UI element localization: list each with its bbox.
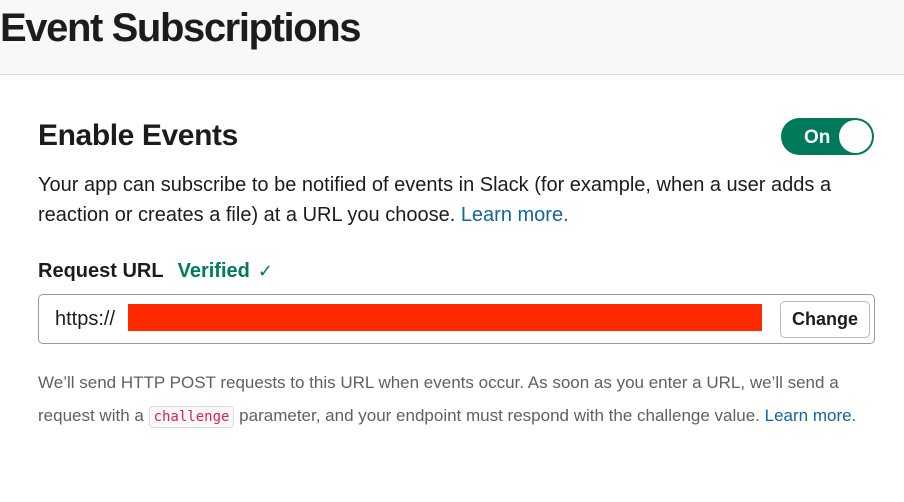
section-title-enable-events: Enable Events — [38, 119, 238, 152]
request-url-value: https:// — [55, 308, 116, 330]
help-learn-more-link[interactable]: Learn more. — [765, 406, 857, 425]
change-button[interactable]: Change — [780, 301, 870, 338]
request-url-field[interactable]: https:// Change — [38, 294, 875, 344]
description-text: Your app can subscribe to be notified of… — [38, 174, 832, 226]
enable-events-description: Your app can subscribe to be notified of… — [38, 170, 888, 230]
help-text-after: parameter, and your endpoint must respon… — [239, 406, 760, 425]
learn-more-link[interactable]: Learn more. — [461, 204, 569, 226]
challenge-code: challenge — [148, 406, 235, 428]
page-header: Event Subscriptions — [0, 0, 904, 75]
request-url-header: Request URL Verified ✓ — [38, 260, 273, 283]
page-title: Event Subscriptions — [0, 6, 362, 50]
toggle-label: On — [804, 127, 831, 148]
enable-events-toggle[interactable]: On — [781, 118, 874, 155]
verified-status: Verified — [177, 260, 250, 282]
redaction-bar — [128, 304, 762, 331]
request-url-label: Request URL — [38, 260, 164, 282]
check-icon: ✓ — [257, 261, 273, 281]
request-url-help-text: We’ll send HTTP POST requests to this UR… — [38, 366, 888, 434]
toggle-knob — [839, 120, 872, 153]
